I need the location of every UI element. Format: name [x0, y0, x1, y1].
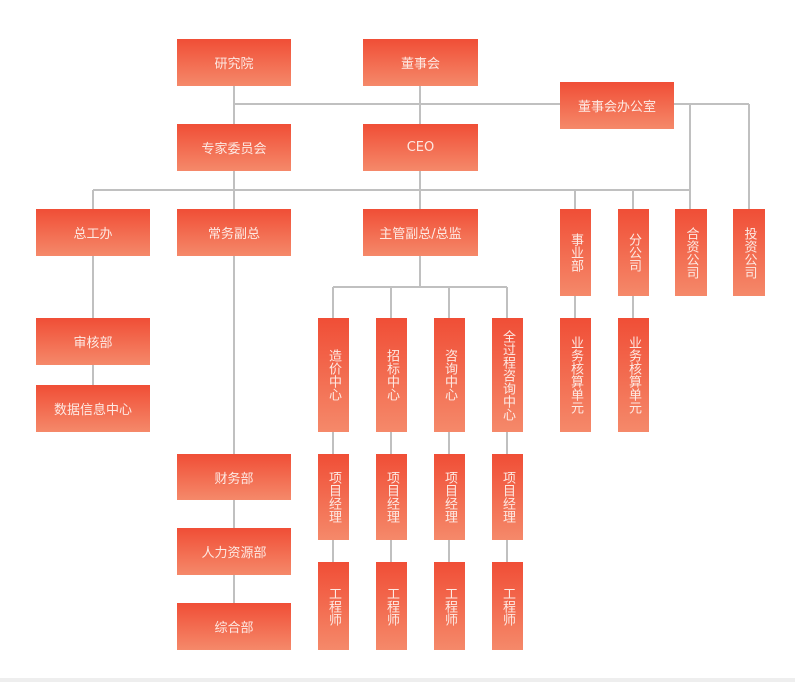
- node-project-manager[interactable]: 项目经理: [376, 454, 407, 540]
- node-label: 投资公司: [741, 226, 757, 279]
- node-label: 项目经理: [500, 471, 515, 523]
- node-data-center[interactable]: 数据信息中心: [36, 385, 150, 432]
- node-label: 合资公司: [683, 226, 699, 279]
- node-finance[interactable]: 财务部: [177, 454, 291, 500]
- node-label: 工程师: [442, 586, 457, 626]
- node-label: 全过程咨询中心: [500, 329, 515, 421]
- node-research[interactable]: 研究院: [177, 39, 291, 86]
- bottom-divider: [0, 678, 795, 682]
- node-ceo[interactable]: CEO: [363, 124, 478, 171]
- node-label: 项目经理: [326, 471, 341, 523]
- node-supervising-vp[interactable]: 主管副总/总监: [363, 209, 478, 256]
- node-board-office[interactable]: 董事会办公室: [560, 82, 674, 129]
- node-engineer[interactable]: 工程师: [434, 562, 465, 650]
- node-hr[interactable]: 人力资源部: [177, 528, 291, 575]
- node-label: 工程师: [384, 586, 399, 626]
- node-joint-venture[interactable]: 合资公司: [675, 209, 707, 296]
- node-engineer[interactable]: 工程师: [376, 562, 407, 650]
- node-label: 造价中心: [326, 349, 341, 401]
- connector: [92, 171, 690, 209]
- node-branch[interactable]: 分公司: [618, 209, 649, 296]
- node-label: 招标中心: [384, 349, 399, 401]
- node-engineer[interactable]: 工程师: [318, 562, 349, 650]
- connector: [332, 256, 508, 318]
- node-audit[interactable]: 审核部: [36, 318, 150, 365]
- node-expert-committee[interactable]: 专家委员会: [177, 124, 291, 171]
- node-label: 业务核算单元: [626, 336, 641, 414]
- node-project-manager[interactable]: 项目经理: [492, 454, 523, 540]
- node-board[interactable]: 董事会: [363, 39, 478, 86]
- node-accounting-unit[interactable]: 业务核算单元: [560, 318, 591, 432]
- connector: [574, 296, 634, 318]
- node-label: 项目经理: [442, 471, 457, 523]
- org-chart: 研究院 董事会 董事会办公室 专家委员会 CEO 总工办 常务副总 主管副总/总…: [0, 0, 795, 682]
- node-investment-company[interactable]: 投资公司: [733, 209, 765, 296]
- node-consulting-center[interactable]: 咨询中心: [434, 318, 465, 432]
- node-executive-vp[interactable]: 常务副总: [177, 209, 291, 256]
- node-bidding-center[interactable]: 招标中心: [376, 318, 407, 432]
- node-engineer[interactable]: 工程师: [492, 562, 523, 650]
- node-chief-engineer-office[interactable]: 总工办: [36, 209, 150, 256]
- node-full-process-center[interactable]: 全过程咨询中心: [492, 318, 523, 432]
- node-general-affairs[interactable]: 综合部: [177, 603, 291, 650]
- connector: [332, 432, 508, 562]
- node-cost-center[interactable]: 造价中心: [318, 318, 349, 432]
- node-label: 分公司: [626, 233, 641, 272]
- node-project-manager[interactable]: 项目经理: [318, 454, 349, 540]
- node-accounting-unit[interactable]: 业务核算单元: [618, 318, 649, 432]
- node-business-division[interactable]: 事业部: [560, 209, 591, 296]
- node-project-manager[interactable]: 项目经理: [434, 454, 465, 540]
- node-label: 业务核算单元: [568, 336, 583, 414]
- node-label: 咨询中心: [442, 349, 457, 401]
- node-label: 事业部: [568, 233, 583, 272]
- node-label: 项目经理: [384, 471, 399, 523]
- node-label: 工程师: [500, 586, 515, 626]
- node-label: 工程师: [326, 586, 341, 626]
